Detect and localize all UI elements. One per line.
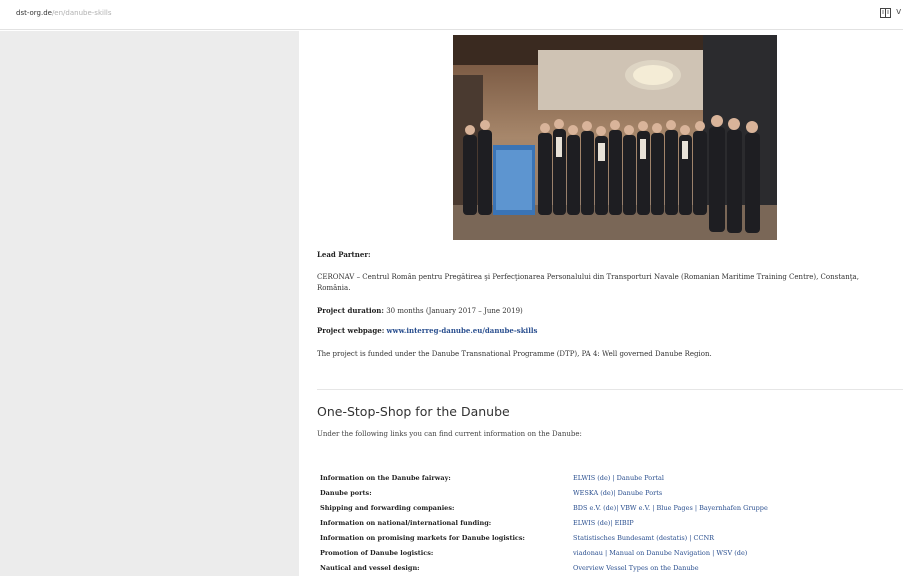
- table-row: Information on national/international fu…: [320, 516, 903, 531]
- row-label: Information on national/international fu…: [320, 519, 492, 527]
- table-row: Shipping and forwarding companies: BDS e…: [320, 501, 903, 516]
- row-links[interactable]: ELWIS (de)| EIBIP: [573, 516, 634, 531]
- table-row: Nautical and vessel design: Overview Ves…: [320, 561, 903, 576]
- funding-text: The project is funded under the Danube T…: [317, 350, 712, 358]
- row-links[interactable]: WESKA (de)| Danube Ports: [573, 486, 662, 501]
- lead-partner-text-cont: România.: [317, 284, 351, 292]
- table-row: Information on the Danube fairway: ELWIS…: [320, 471, 903, 486]
- webpage-label: Project webpage:: [317, 326, 385, 335]
- row-label: Danube ports:: [320, 489, 372, 497]
- table-row: Promotion of Danube logistics: viadonau …: [320, 546, 903, 561]
- url-host: dst-org.de: [16, 9, 52, 17]
- project-duration: Project duration: 30 months (January 201…: [317, 306, 523, 316]
- row-links[interactable]: ELWIS (de) | Danube Portal: [573, 471, 664, 486]
- row-label: Shipping and forwarding companies:: [320, 504, 455, 512]
- duration-value: 30 months (January 2017 – June 2019): [383, 307, 523, 315]
- section-divider: [317, 389, 903, 390]
- main-content: Lead Partner: CERONAV – Centrul Român pe…: [317, 31, 903, 576]
- row-links[interactable]: BDS e.V. (de)| VBW e.V. | Blue Pages | B…: [573, 501, 768, 516]
- url-path: /en/danube-skills: [51, 9, 112, 17]
- row-label: Information on promising markets for Dan…: [320, 534, 525, 542]
- project-webpage: Project webpage: www.interreg-danube.eu/…: [317, 326, 537, 336]
- row-label: Nautical and vessel design:: [320, 564, 420, 572]
- browser-address-bar[interactable]: dst-org.de/en/danube-skills v: [0, 0, 903, 30]
- row-links[interactable]: viadonau | Manual on Danube Navigation |…: [573, 546, 747, 561]
- book-icon[interactable]: [880, 8, 891, 18]
- webpage-link[interactable]: www.interreg-danube.eu/danube-skills: [387, 326, 538, 335]
- lead-partner-label: Lead Partner:: [317, 250, 371, 259]
- duration-label: Project duration:: [317, 306, 384, 315]
- row-label: Information on the Danube fairway:: [320, 474, 451, 482]
- lead-partner-text: CERONAV – Centrul Român pentru Pregătire…: [317, 273, 859, 281]
- row-links[interactable]: Overview Vessel Types on the Danube: [573, 561, 699, 576]
- row-links[interactable]: Statistisches Bundesamt (destatis) | CCN…: [573, 531, 714, 546]
- section-intro: Under the following links you can find c…: [317, 430, 582, 438]
- chevron-down-icon[interactable]: v: [896, 7, 901, 17]
- section-heading: One-Stop-Shop for the Danube: [317, 404, 510, 419]
- left-sidebar: [0, 31, 299, 576]
- url-text[interactable]: dst-org.de/en/danube-skills: [16, 9, 111, 17]
- table-row: Danube ports: WESKA (de)| Danube Ports: [320, 486, 903, 501]
- table-row: Information on promising markets for Dan…: [320, 531, 903, 546]
- row-label: Promotion of Danube logistics:: [320, 549, 434, 557]
- project-group-photo: [453, 35, 777, 240]
